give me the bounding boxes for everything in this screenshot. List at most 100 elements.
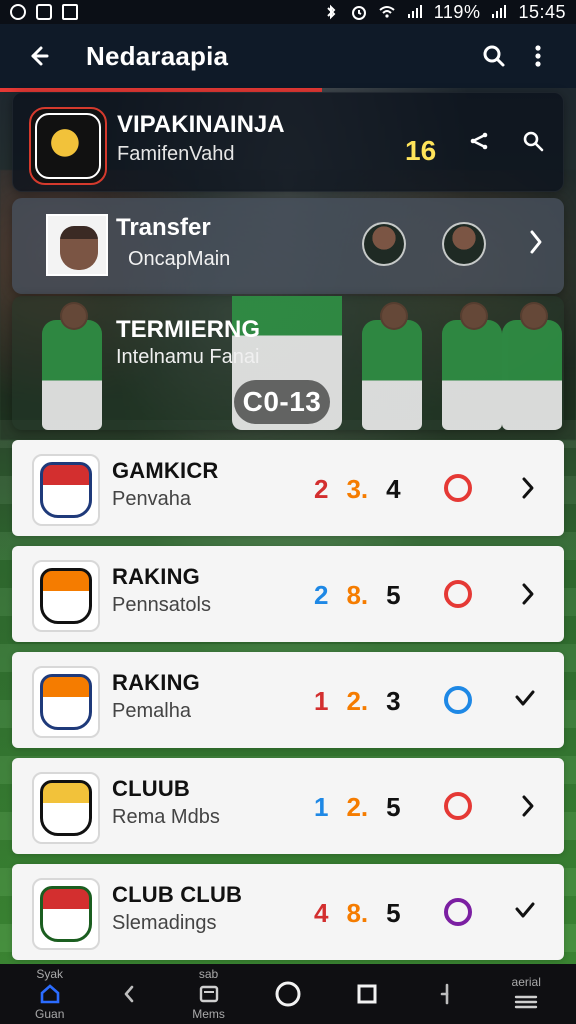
nav-mid[interactable]: sab Mems [174, 966, 244, 1022]
list-item[interactable]: GAMKICR Penvaha 2 3. 4 [12, 440, 564, 536]
row-action[interactable] [512, 898, 538, 929]
list-item-title: RAKING [112, 564, 200, 589]
club-shield [40, 568, 92, 624]
list-item[interactable]: RAKING Pennsatols 2 8. 5 [12, 546, 564, 642]
player-avatar [46, 214, 108, 276]
status-ring [444, 792, 472, 820]
list-item-subtitle: Slemadings [112, 912, 217, 934]
back-button[interactable] [16, 34, 60, 78]
stat-value: 8. [346, 898, 369, 928]
chevron-icon [530, 230, 542, 254]
player-silhouette [442, 302, 502, 430]
chevron-right-icon [522, 477, 534, 499]
featured-subtitle: FamifenVahd [117, 143, 235, 165]
list-item-title: GAMKICR [112, 458, 219, 483]
list-item-subtitle: Pemalha [112, 700, 191, 722]
club-logo [32, 666, 100, 738]
card-chevron[interactable] [526, 228, 544, 261]
share-icon[interactable] [467, 129, 491, 153]
list-item[interactable]: RAKING Pemalha 1 2. 3 [12, 652, 564, 748]
stats: 1 2. 5 [314, 792, 401, 823]
recents-icon [357, 984, 377, 1004]
row-action[interactable] [512, 686, 538, 717]
row-action[interactable] [518, 580, 538, 613]
row-action[interactable] [518, 792, 538, 825]
search-button[interactable] [472, 34, 516, 78]
nav-right[interactable]: aerial [491, 966, 561, 1022]
battery-percent: 119% [433, 1, 481, 22]
stat-value: 2 [314, 580, 329, 610]
stats: 1 2. 3 [314, 686, 401, 717]
featured-title: Transfer [116, 214, 211, 241]
status-right: 119% 15:45 [324, 2, 566, 23]
stat-value: 5 [386, 792, 401, 822]
ranking-list: GAMKICR Penvaha 2 3. 4 RAKING Pennsatols… [12, 440, 564, 970]
bluetooth-icon [327, 4, 336, 20]
status-ring [444, 474, 472, 502]
featured-title: TERMIERNG [116, 316, 260, 343]
nav-left[interactable]: Syak Guan [15, 966, 85, 1022]
nav-recents[interactable] [332, 966, 402, 1022]
club-logo [32, 772, 100, 844]
list-item-title: CLUB CLUB [112, 882, 243, 907]
list-item[interactable]: CLUUB Rema Mdbs 1 2. 5 [12, 758, 564, 854]
row-action[interactable] [518, 474, 538, 507]
player-silhouette [42, 302, 102, 430]
list-item-subtitle: Rema Mdbs [112, 806, 220, 828]
image-icon [36, 4, 52, 20]
club-shield [40, 780, 92, 836]
back-icon [124, 985, 134, 1003]
list-item-title: CLUUB [112, 776, 190, 801]
featured-subtitle: OncapMain [128, 248, 231, 270]
stat-value: 2. [346, 792, 369, 822]
status-ring [444, 898, 472, 926]
mini-avatar[interactable] [442, 222, 486, 266]
status-ring [444, 580, 472, 608]
menu-icon [199, 985, 218, 1003]
club-shield [40, 462, 92, 518]
list-item[interactable]: CLUB CLUB Slemadings 4 8. 5 [12, 864, 564, 960]
featured-card-3[interactable]: TERMIERNG Intelnamu Fanai C0-13 [12, 296, 564, 430]
status-time: 15:45 [518, 1, 566, 22]
stats: 2 8. 5 [314, 580, 401, 611]
signal-icon-2 [492, 5, 507, 18]
stat-value: 2 [314, 474, 329, 504]
status-left-icons [10, 4, 78, 20]
stat-value: 5 [386, 898, 401, 928]
status-ring [444, 686, 472, 714]
alarm-icon [351, 6, 366, 20]
club-badge [29, 107, 107, 185]
stat-value: 5 [386, 580, 401, 610]
bottom-nav: Syak Guan sab Mems aerial [0, 964, 576, 1024]
club-logo [32, 878, 100, 950]
nav-extra[interactable] [412, 966, 482, 1022]
featured-card-1[interactable]: VIPAKINAINJA FamifenVahd 16 [12, 92, 564, 192]
chevron-right-icon [522, 795, 534, 817]
list-item-subtitle: Penvaha [112, 488, 191, 510]
stat-value: 8. [346, 580, 369, 610]
nav-mid-label: Mems [192, 1007, 225, 1021]
stats: 4 8. 5 [314, 898, 401, 929]
photo-icon [62, 4, 78, 20]
club-shield [40, 886, 92, 942]
mini-avatar[interactable] [362, 222, 406, 266]
home-icon [40, 984, 60, 1004]
search-icon[interactable] [521, 129, 545, 153]
nav-home[interactable] [253, 966, 323, 1022]
more-options-button[interactable] [516, 34, 560, 78]
more-vertical-icon [535, 45, 541, 67]
stats: 2 3. 4 [314, 474, 401, 505]
nav-back[interactable] [94, 966, 164, 1022]
stat-value: 1 [314, 792, 329, 822]
featured-card-2[interactable]: Transfer OncapMain [12, 198, 564, 294]
player-silhouette [502, 302, 562, 430]
club-logo [32, 454, 100, 526]
wifi-icon [379, 6, 395, 18]
signal-icon [407, 5, 422, 18]
checkmark-icon [515, 902, 535, 918]
home-circle-icon [275, 981, 301, 1007]
location-icon [10, 4, 26, 20]
player-face [60, 226, 98, 270]
stat-value: 4 [314, 898, 329, 928]
back-arrow-icon [31, 46, 49, 66]
